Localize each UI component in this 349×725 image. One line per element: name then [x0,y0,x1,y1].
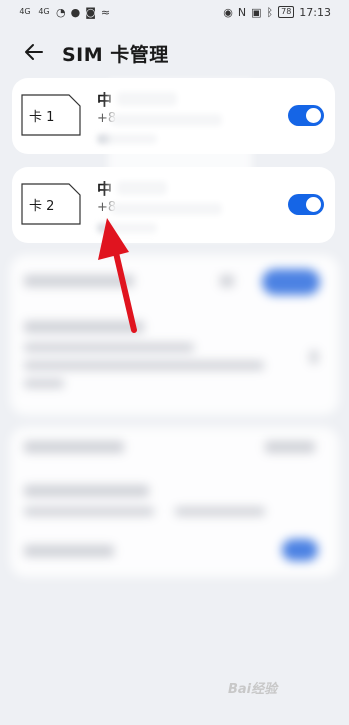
blurred-line [24,507,154,516]
blurred-line [310,350,318,364]
blurred-settings-card [10,255,339,415]
nfc-icon: N [237,5,247,19]
vibrate-icon: ▣ [251,5,262,19]
blurred-line [24,545,114,557]
notification-icon: ● [70,5,81,19]
clock: 17:13 [299,5,331,19]
sim-card-icon: 卡 1 [21,94,81,136]
sim-card-icon: 卡 2 [21,183,81,225]
signal-icon-2: 4G [38,7,50,16]
blurred-button [262,269,320,295]
blurred-line [24,485,149,497]
eye-icon: ◉ [223,5,233,19]
blurred-settings-card [10,427,339,577]
wifi-icon: ◔ [56,5,66,19]
status-right: ◉ N ▣ ᛒ 78 17:13 [223,6,331,19]
signal-icon: 4G [19,7,31,16]
back-arrow-icon[interactable] [22,40,46,64]
sim-label: 卡 1 [29,110,55,125]
blurred-line [220,275,234,287]
blurred-line [24,361,264,370]
blurred-toggle [282,539,318,561]
status-bar: 4G 4G ◔ ● ◙ ≈ ◉ N ▣ ᛒ 78 17:13 [0,0,349,24]
battery-icon: 78 [278,6,295,18]
header: SIM 卡管理 [0,32,349,72]
red-arrow-icon [98,218,137,333]
sim-2-toggle[interactable] [288,194,324,215]
blurred-line [265,441,315,453]
blurred-line [24,379,64,388]
blurred-settings [10,255,339,585]
blurred-line [24,441,124,453]
watermark: Bai经验 [228,682,278,697]
status-left: 4G 4G ◔ ● ◙ ≈ [18,6,110,19]
page-title: SIM 卡管理 [62,44,169,66]
blurred-line [24,343,194,352]
sim-label: 卡 2 [29,199,55,214]
sim-1-toggle[interactable] [288,105,324,126]
app-icon: ≈ [100,5,111,19]
bluetooth-icon: ᛒ [266,5,274,19]
blurred-line [175,507,265,516]
chat-icon: ◙ [85,5,96,19]
